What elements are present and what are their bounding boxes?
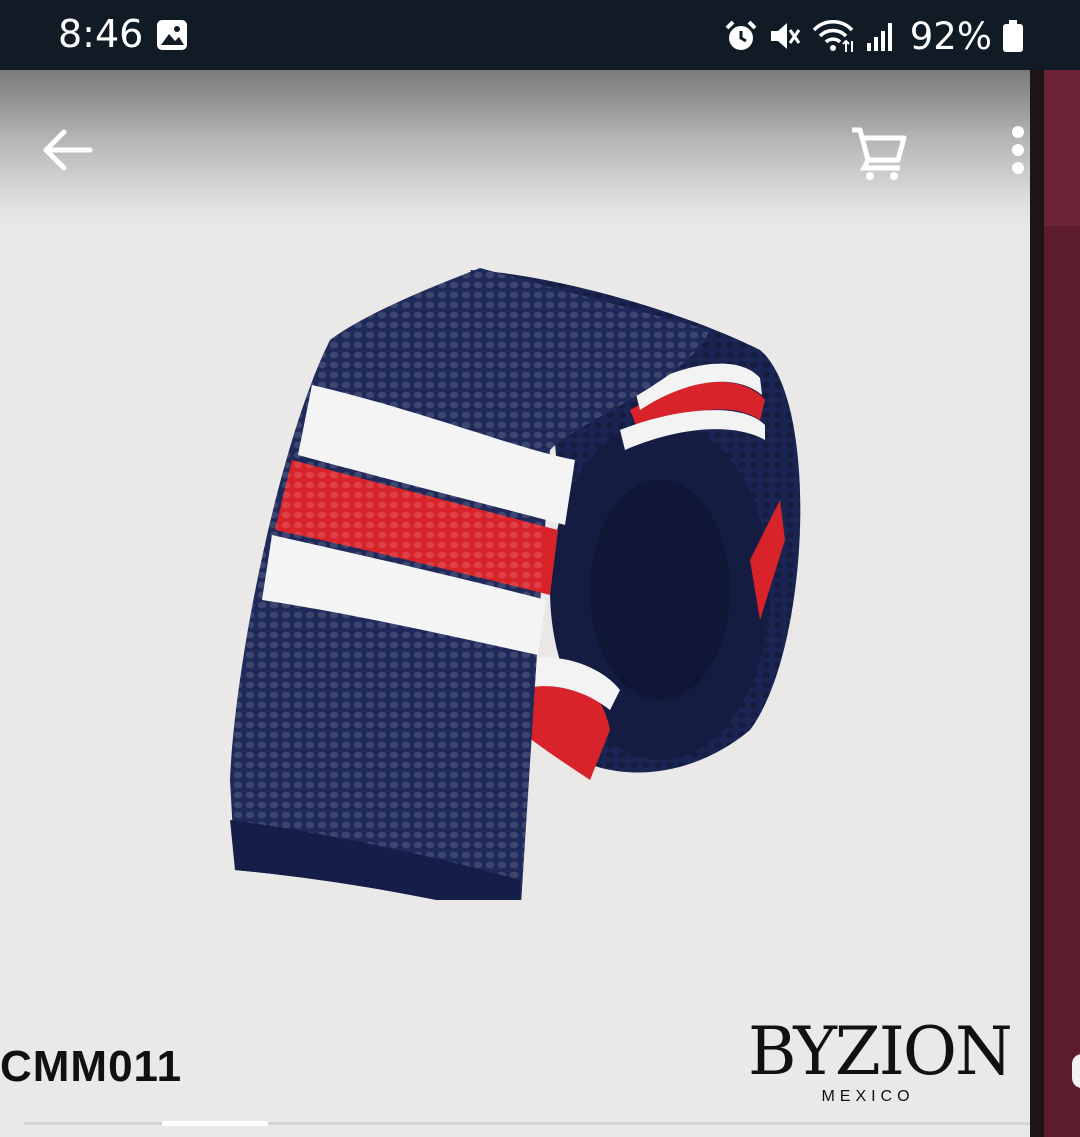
wifi-icon — [812, 20, 854, 52]
brand-name: BYZION — [748, 1013, 1013, 1090]
battery-percent: 92% — [909, 14, 992, 58]
peek-top — [1044, 70, 1080, 226]
signal-icon — [866, 23, 892, 51]
image-pager-indicator[interactable] — [162, 1121, 268, 1126]
mute-icon — [770, 23, 800, 49]
back-arrow-icon[interactable] — [36, 118, 100, 182]
battery-icon — [1003, 20, 1023, 52]
brand-logo: BYZION MEXICO — [748, 1012, 1013, 1106]
next-image-peek[interactable] — [1030, 70, 1080, 1137]
alarm-icon — [725, 20, 757, 50]
image-viewer[interactable]: CMM011 BYZION MEXICO — [0, 70, 1030, 1137]
product-sku: CMM011 — [0, 1042, 183, 1091]
status-time: 8:46 — [58, 12, 144, 56]
peek-edge — [1030, 70, 1044, 1137]
more-vert-icon[interactable] — [998, 120, 1030, 184]
status-icons: 92% — [724, 14, 1024, 58]
gallery-icon — [157, 20, 187, 50]
cart-icon[interactable] — [846, 120, 910, 184]
peek-dot — [1072, 1054, 1080, 1088]
status-bar: 8:46 92% — [0, 0, 1080, 70]
product-image — [230, 268, 801, 900]
